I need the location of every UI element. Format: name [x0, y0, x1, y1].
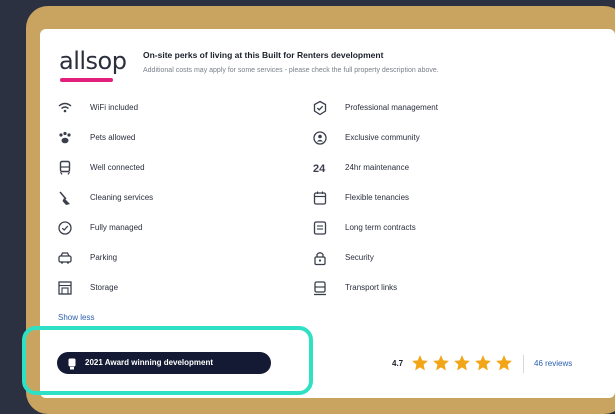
- feature-label: Security: [345, 253, 374, 262]
- feature-item: 24 24hr maintenance: [312, 159, 552, 189]
- train-icon: [57, 160, 73, 176]
- wifi-icon: [57, 100, 73, 116]
- bus-icon: [312, 280, 328, 296]
- feature-label: Transport links: [345, 283, 398, 292]
- paw-icon: [57, 130, 73, 146]
- feature-item: Long term contracts: [312, 219, 552, 249]
- features-left-column: WiFi included Pets allowed Well connected C…: [57, 99, 297, 309]
- rating-divider: [523, 355, 524, 373]
- star-icon: [411, 354, 429, 372]
- allsop-logo: allsop: [59, 47, 127, 75]
- rating-value: 4.7: [392, 359, 404, 368]
- contract-icon: [312, 220, 328, 236]
- feature-label: Long term contracts: [345, 223, 416, 232]
- community-icon: [312, 130, 328, 146]
- feature-label: Storage: [90, 283, 119, 292]
- show-less-link[interactable]: Show less: [58, 313, 94, 322]
- feature-label: Professional management: [345, 103, 438, 112]
- card-header: allsop On-site perks of living at this B…: [59, 45, 615, 89]
- star-icon: [453, 354, 471, 372]
- feature-label: Parking: [90, 253, 118, 262]
- award-highlight-outline: [22, 326, 313, 395]
- feature-item: Pets allowed: [57, 129, 297, 159]
- star-icon: [495, 354, 513, 372]
- svg-text:24: 24: [313, 163, 326, 175]
- feature-item: Transport links: [312, 279, 552, 309]
- feature-item: Exclusive community: [312, 129, 552, 159]
- feature-item: Professional management: [312, 99, 552, 129]
- rating-summary: 4.7 46 reviews: [392, 353, 602, 375]
- star-icon: [432, 354, 450, 372]
- check-shield-icon: [57, 220, 73, 236]
- reviews-link[interactable]: 46 reviews: [534, 359, 572, 368]
- feature-item: Cleaning services: [57, 189, 297, 219]
- feature-item: Well connected: [57, 159, 297, 189]
- broom-icon: [57, 190, 73, 206]
- card-title: On-site perks of living at this Built fo…: [143, 50, 384, 60]
- feature-item: Fully managed: [57, 219, 297, 249]
- card-subtitle: Additional costs may apply for some serv…: [143, 67, 439, 74]
- feature-label: Exclusive community: [345, 133, 420, 142]
- storage-icon: [57, 280, 73, 296]
- lock-icon: [312, 250, 328, 266]
- badge-check-icon: [312, 100, 328, 116]
- feature-label: Fully managed: [90, 223, 143, 232]
- features-right-column: Professional management Exclusive communi…: [312, 99, 552, 309]
- feature-label: Cleaning services: [90, 193, 154, 202]
- tools-icon: 24: [312, 160, 328, 176]
- feature-item: Parking: [57, 249, 297, 279]
- feature-label: Flexible tenancies: [345, 193, 410, 202]
- car-icon: [57, 250, 73, 266]
- feature-item: Security: [312, 249, 552, 279]
- star-icon: [474, 354, 492, 372]
- logo-underline: [60, 78, 113, 82]
- feature-item: WiFi included: [57, 99, 297, 129]
- feature-label: 24hr maintenance: [345, 163, 410, 172]
- feature-label: Pets allowed: [90, 133, 136, 142]
- feature-label: Well connected: [90, 163, 145, 172]
- calendar-icon: [312, 190, 328, 206]
- feature-item: Flexible tenancies: [312, 189, 552, 219]
- feature-item: Storage: [57, 279, 297, 309]
- feature-label: WiFi included: [90, 103, 139, 112]
